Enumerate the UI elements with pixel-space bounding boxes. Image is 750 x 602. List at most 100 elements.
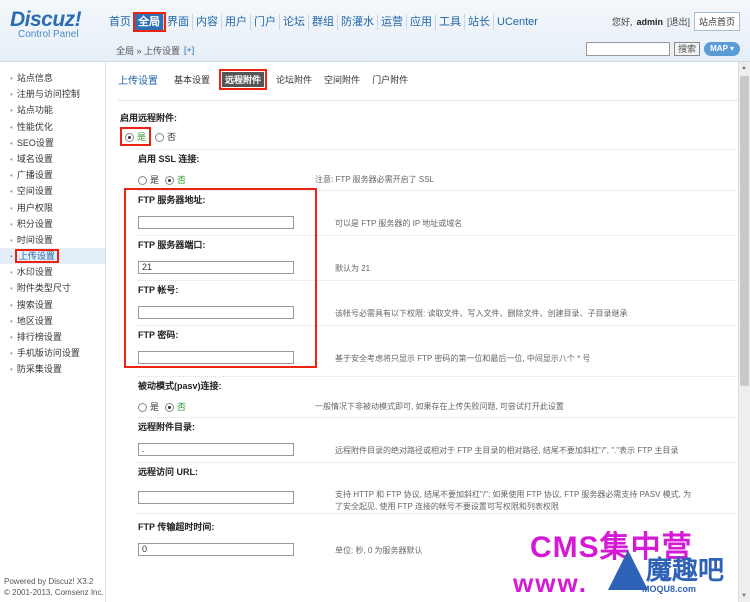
ftp-host-input[interactable] (138, 215, 294, 229)
sidebar-item[interactable]: 附件类型尺寸 (0, 280, 105, 296)
sidebar-item-label: 站点功能 (16, 105, 53, 116)
remote-dir-label: 远程附件目录: (138, 422, 195, 432)
add-shortcut-link[interactable]: [+] (184, 45, 194, 55)
remote-url-input[interactable] (138, 490, 294, 504)
nav-item[interactable]: 群组 (309, 14, 338, 30)
nav-item[interactable]: 用户 (222, 14, 251, 30)
scroll-thumb[interactable] (740, 76, 749, 386)
nav-item[interactable]: 运营 (378, 14, 407, 30)
nav-item[interactable]: 工具 (436, 14, 465, 30)
search-area: 搜索 MAP ▾ (586, 42, 740, 56)
header: Discuz! Control Panel 首页 全局 界面 内容 用户 门户 论坛 群组 防灌… (0, 0, 750, 62)
nav-item[interactable]: 门户 (251, 14, 280, 30)
pasv-no[interactable]: 否 (165, 400, 186, 413)
pasv-hint: 一般情况下非被动模式即可, 如果存在上传失败问题, 可尝试打开此设置 (315, 402, 564, 411)
nav-item[interactable]: 防灌水 (338, 14, 378, 30)
sidebar-item[interactable]: 时间设置 (0, 232, 105, 248)
sidebar-item[interactable]: 站点信息 (0, 70, 105, 86)
sidebar-item-label: 用户权限 (16, 202, 53, 213)
ssl-label: 启用 SSL 连接: (138, 154, 200, 164)
nav-item[interactable]: UCenter (494, 14, 541, 30)
sidebar-item[interactable]: 地区设置 (0, 313, 105, 329)
remote-url-hint: 支持 HTTP 和 FTP 协议, 结尾不要加斜杠"/"; 如果使用 FTP 协… (335, 490, 692, 499)
sidebar-item[interactable]: 广播设置 (0, 167, 105, 183)
radio-icon (138, 402, 147, 412)
sidebar-item[interactable]: 上传设置 (0, 248, 105, 265)
ftp-user-row: 该帐号必需具有以下权限: 读取文件、写入文件、删除文件、创建目录、子目录继承 (118, 299, 738, 325)
sidebar-item-label: 站点信息 (16, 73, 53, 83)
nav-item[interactable]: 全局 (133, 12, 166, 32)
sidebar-item-label: 附件类型尺寸 (16, 283, 71, 294)
sidebar-item-label: 防采集设置 (16, 364, 62, 375)
settings-tab[interactable]: 门户附件 (372, 73, 408, 86)
settings-tab[interactable]: 论坛附件 (276, 73, 312, 86)
logout-link[interactable]: [退出] (667, 15, 690, 28)
enable-remote-label: 启用远程附件: (120, 113, 177, 123)
ssl-yes[interactable]: 是 (138, 173, 159, 186)
main-content: 上传设置 基本设置 远程附件 论坛附件 空间附件 门户附件 启用远程附件: 是 否 启用… (108, 62, 738, 602)
scrollbar[interactable]: ▲ ▼ (738, 62, 750, 602)
sidebar-item[interactable]: 用户权限 (0, 200, 105, 216)
ftp-pass-input[interactable] (138, 350, 294, 364)
enable-remote-no[interactable]: 否 (155, 130, 176, 143)
sidebar-item-label: 注册与访问控制 (16, 89, 80, 100)
settings-tab[interactable]: 空间附件 (324, 73, 360, 86)
sidebar-item-label: 搜索设置 (16, 299, 53, 310)
sidebar-item[interactable]: 水印设置 (0, 264, 105, 280)
nav-item[interactable]: 站长 (465, 14, 494, 30)
watermark-logo-url: MOQU8.com (642, 584, 697, 594)
pasv-yes[interactable]: 是 (138, 400, 159, 413)
remote-url-hint-2: 了安全起见, 使用 FTP 连接的帐号不要设置可写权限和列表权限 (335, 502, 559, 511)
ftp-user-input[interactable] (138, 305, 294, 319)
sidebar-item[interactable]: 积分设置 (0, 216, 105, 232)
sidebar-item-label: 排行榜设置 (16, 332, 62, 342)
search-input[interactable] (586, 42, 671, 56)
powered-by: Powered by Discuz! X3.2 (4, 577, 94, 586)
enable-remote-yes[interactable]: 是 (119, 126, 152, 146)
sidebar-item[interactable]: 搜索设置 (0, 297, 105, 313)
sidebar-item-label: 性能优化 (16, 121, 53, 132)
radio-icon (165, 402, 175, 412)
ftp-host-row: 可以是 FTP 服务器的 IP 地址或域名 (118, 209, 738, 235)
sidebar-item[interactable]: 站点功能 (0, 102, 105, 118)
nav-item[interactable]: 论坛 (280, 14, 309, 30)
ftp-port-hint: 默认为 21 (335, 264, 371, 273)
settings-tabs: 上传设置 基本设置 远程附件 论坛附件 空间附件 门户附件 (118, 62, 738, 96)
logo[interactable]: Discuz! Control Panel (10, 8, 82, 40)
nav-item[interactable]: 应用 (407, 14, 436, 30)
search-button[interactable]: 搜索 (674, 42, 701, 56)
timeout-input[interactable]: 0 (138, 542, 294, 556)
sidebar-item[interactable]: SEO设置 (0, 135, 105, 151)
nav-item[interactable]: 首页 (106, 14, 135, 30)
settings-tab[interactable]: 基本设置 (174, 73, 210, 86)
site-home-button[interactable]: 站点首页 (693, 12, 740, 31)
scroll-up-icon[interactable]: ▲ (741, 65, 747, 71)
scroll-down-icon[interactable]: ▼ (741, 593, 747, 599)
nav-item[interactable]: 界面 (164, 14, 193, 30)
ssl-no[interactable]: 否 (165, 173, 186, 186)
radio-icon (155, 132, 165, 142)
sidebar-item[interactable]: 手机版访问设置 (0, 345, 105, 361)
sidebar-item-label: 积分设置 (16, 218, 53, 229)
ftp-port-input[interactable]: 21 (138, 260, 294, 274)
sidebar-item-label: 广播设置 (16, 170, 53, 181)
sidebar-item-label: 上传设置 (14, 249, 59, 264)
nav-item[interactable]: 内容 (193, 14, 222, 30)
sidebar-item[interactable]: 空间设置 (0, 183, 105, 199)
enable-remote-options: 是 否 (118, 126, 738, 146)
username: admin (636, 16, 663, 27)
ftp-group: FTP 服务器地址: 可以是 FTP 服务器的 IP 地址或域名 FTP 服务器… (118, 188, 738, 370)
top-nav: 首页 全局 界面 内容 用户 门户 论坛 群组 防灌水 运营 应用 工具 站长 UCenter (106, 12, 541, 32)
sidebar-item[interactable]: 注册与访问控制 (0, 86, 105, 102)
settings-tab[interactable]: 远程附件 (219, 68, 268, 90)
sidebar-item[interactable]: 防采集设置 (0, 361, 105, 377)
radio-icon (138, 175, 147, 185)
sidebar-item[interactable]: 域名设置 (0, 151, 105, 167)
sidebar-item[interactable]: 性能优化 (0, 119, 105, 135)
sidebar-item[interactable]: 排行榜设置 (0, 329, 105, 345)
sidebar-item-label: 空间设置 (16, 186, 53, 197)
sidebar-item-label: 手机版访问设置 (16, 348, 80, 359)
copyright: © 2001-2013, Comsenz Inc. (4, 588, 104, 597)
map-button[interactable]: MAP ▾ (704, 42, 740, 56)
remote-dir-input[interactable]: . (138, 442, 294, 456)
